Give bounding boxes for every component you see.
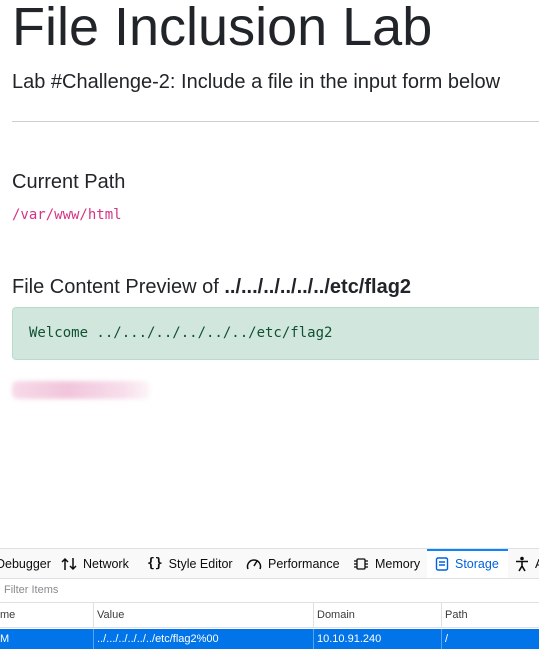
tab-label-network: Network — [83, 556, 129, 571]
tab-label-storage: Storage — [455, 556, 499, 571]
preview-heading-file: ../.../../../../../etc/flag2 — [224, 276, 412, 298]
tab-performance[interactable]: Performance — [246, 549, 340, 578]
page-title: File Inclusion Lab — [12, 0, 433, 57]
cell-separator — [93, 629, 94, 649]
style-editor-icon: {} — [147, 556, 163, 571]
cell-separator — [313, 629, 314, 649]
preview-heading-prefix: File Content Preview of — [12, 276, 225, 298]
tab-network[interactable]: Network — [61, 549, 129, 578]
tab-accessibility[interactable]: A — [515, 549, 539, 578]
divider — [12, 121, 539, 122]
column-separator[interactable] — [93, 603, 94, 627]
cell-path: / — [445, 633, 449, 645]
table-row[interactable]: M ../.../../../../../etc/flag2%00 10.10.… — [0, 629, 539, 649]
redacted-text — [12, 381, 150, 399]
tab-label-memory: Memory — [375, 556, 421, 571]
current-path-value: /var/www/html — [12, 207, 122, 223]
filter-bar — [0, 579, 539, 603]
performance-icon — [246, 557, 262, 571]
cell-domain: 10.10.91.240 — [317, 633, 382, 645]
column-separator[interactable] — [441, 603, 442, 627]
column-header-path[interactable]: Path — [445, 603, 468, 627]
file-content-alert: Welcome ../.../../../../../etc/flag2 — [12, 307, 539, 360]
cell-separator — [441, 629, 442, 649]
column-header-name[interactable]: me — [0, 603, 15, 627]
tab-storage[interactable]: Storage — [427, 549, 508, 578]
current-path-heading: Current Path — [12, 171, 126, 193]
preview-heading: File Content Preview of ../.../../../../… — [12, 275, 411, 299]
devtools-tabbar: Debugger Network {} Style Editor Perform… — [0, 549, 539, 579]
storage-icon — [435, 556, 449, 571]
column-header-domain[interactable]: Domain — [317, 603, 355, 627]
storage-table-header: me Value Domain Path — [0, 603, 539, 628]
tab-label-style-editor: Style Editor — [168, 556, 233, 571]
page-content: File Inclusion Lab Lab #Challenge-2: Inc… — [0, 0, 539, 548]
cell-name: M — [0, 633, 10, 645]
accessibility-icon — [515, 556, 529, 572]
memory-icon — [353, 557, 369, 571]
tab-label-accessibility: A — [535, 557, 539, 571]
network-icon — [61, 557, 77, 571]
tab-memory[interactable]: Memory — [353, 549, 420, 578]
tab-debugger[interactable]: Debugger — [0, 549, 51, 578]
tab-style-editor[interactable]: {} Style Editor — [147, 549, 233, 578]
devtools-panel: Debugger Network {} Style Editor Perform… — [0, 548, 539, 655]
file-content-text: Welcome ../.../../../../../etc/flag2 — [29, 325, 333, 341]
column-header-value[interactable]: Value — [97, 603, 124, 627]
page-subtitle: Lab #Challenge-2: Include a file in the … — [12, 71, 501, 93]
tab-label-debugger: Debugger — [0, 556, 51, 571]
filter-items-input[interactable] — [0, 580, 304, 600]
cell-value: ../.../../../../../etc/flag2%00 — [97, 633, 219, 645]
column-separator[interactable] — [313, 603, 314, 627]
tab-label-performance: Performance — [268, 556, 340, 571]
